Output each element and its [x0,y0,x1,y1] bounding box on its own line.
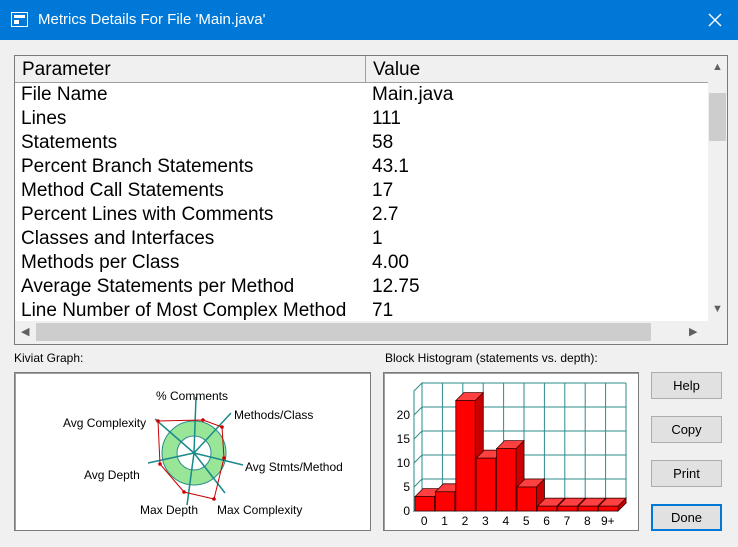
histogram-bar [455,400,476,512]
cell-value: 58 [372,132,394,153]
cell-value: 4.00 [372,252,409,273]
cell-parameter: Classes and Interfaces [21,228,215,249]
kiviat-axis-label: Avg Complexity [63,416,146,430]
histogram-bar [475,457,496,512]
kiviat-axis-label: Avg Depth [84,468,140,482]
cell-value: 111 [372,108,401,129]
table-row[interactable]: Percent Branch Statements 43.1 [15,155,708,179]
window-icon [11,12,28,27]
x-tick-label: 4 [502,514,509,528]
cell-parameter: Statements [21,132,118,153]
table-header: Parameter Value [15,56,708,83]
table-row[interactable]: Statements 58 [15,131,708,155]
kiviat-graph: % Comments Methods/Class Avg Stmts/Metho… [14,372,371,531]
histogram-bar [435,491,456,512]
cell-parameter: Line Number of Most Complex Method [21,300,347,321]
x-tick-label: 1 [441,514,448,528]
kiviat-axis-label: Max Complexity [217,503,302,517]
cell-parameter: Percent Branch Statements [21,156,254,177]
cell-value: 1 [372,228,383,249]
kiviat-axis-label: Avg Stmts/Method [245,460,343,474]
copy-button[interactable]: Copy [651,416,722,443]
scroll-left-icon[interactable]: ◀ [21,327,29,338]
scroll-down-icon[interactable]: ▼ [712,304,723,315]
y-tick-label: 15 [397,432,411,446]
histogram-bar [496,448,517,512]
histogram-bar [557,505,578,512]
x-tick-label: 2 [462,514,469,528]
histogram-bar [536,505,558,512]
cell-value: 12.75 [372,276,420,297]
table-row[interactable]: Method Call Statements 17 [15,179,708,203]
x-tick-label: 8 [584,514,591,528]
kiviat-axis-label: Max Depth [140,503,198,517]
cell-parameter: Percent Lines with Comments [21,204,274,225]
window-title: Metrics Details For File 'Main.java' [38,11,266,28]
cell-parameter: Method Call Statements [21,180,224,201]
histogram-bar [516,486,537,512]
cell-parameter: Average Statements per Method [21,276,295,297]
cell-value: 43.1 [372,156,409,177]
cell-value: 2.7 [372,204,399,225]
metrics-table[interactable]: Parameter Value File Name Main.java Lines 1… [14,55,728,345]
title-bar: Metrics Details For File 'Main.java' [0,0,738,40]
cell-value: 71 [372,300,394,321]
horizontal-scroll-thumb[interactable] [36,323,651,341]
vertical-scrollbar[interactable]: ▲ ▼ [708,56,727,321]
y-tick-label: 10 [397,456,411,470]
table-row[interactable]: Line Number of Most Complex Method 71 [15,299,708,321]
histogram-bar [577,505,598,512]
header-parameter[interactable]: Parameter [15,56,366,82]
y-tick-label: 20 [397,408,411,422]
histogram-label: Block Histogram (statements vs. depth): [385,351,598,365]
scroll-corner [708,321,727,344]
close-button[interactable] [692,0,738,40]
cell-parameter: Methods per Class [21,252,180,273]
y-tick-label: 0 [403,504,410,518]
cell-value: 17 [372,180,394,201]
table-row[interactable]: File Name Main.java [15,83,708,107]
kiviat-axis-label: % Comments [156,389,228,403]
kiviat-label: Kiviat Graph: [14,351,84,365]
histogram-bar [414,496,435,512]
table-row[interactable]: Methods per Class 4.00 [15,251,708,275]
x-tick-label: 0 [421,514,428,528]
histogram-gridline [413,454,423,464]
histogram-gridline [413,478,423,488]
x-tick-label: 6 [543,514,550,528]
vertical-scroll-thumb[interactable] [709,93,726,141]
kiviat-svg: % Comments Methods/Class Avg Stmts/Metho… [63,389,343,517]
x-tick-label: 3 [482,514,489,528]
table-body: File Name Main.java Lines 111 Statements 58 Pe… [15,83,708,321]
kiviat-axis-label: Methods/Class [234,408,313,422]
x-tick-label: 7 [564,514,571,528]
print-button[interactable]: Print [651,460,722,487]
histogram-gridline [413,406,423,416]
scroll-up-icon[interactable]: ▲ [712,62,723,73]
table-row[interactable]: Lines 111 [15,107,708,131]
horizontal-scrollbar[interactable]: ◀ ▶ [15,321,708,344]
done-button[interactable]: Done [651,504,722,531]
block-histogram: 0 5 10 15 20 0 1 2 3 4 5 6 7 8 9+ [383,372,639,531]
histogram-gridline [413,430,423,440]
cell-value: Main.java [372,84,454,105]
help-button[interactable]: Help [651,372,722,399]
x-tick-label: 9+ [601,514,615,528]
cell-parameter: File Name [21,84,108,105]
table-row[interactable]: Average Statements per Method 12.75 [15,275,708,299]
histogram-svg: 051015200 1 2 3 4 5 6 7 8 9+ [397,381,628,528]
histogram-bar [598,505,619,512]
scroll-right-icon[interactable]: ▶ [689,327,697,338]
table-row[interactable]: Classes and Interfaces 1 [15,227,708,251]
y-tick-label: 5 [403,480,410,494]
table-row[interactable]: Percent Lines with Comments 2.7 [15,203,708,227]
x-tick-label: 5 [523,514,530,528]
header-value[interactable]: Value [366,56,708,82]
cell-parameter: Lines [21,108,67,129]
close-icon [708,13,722,27]
